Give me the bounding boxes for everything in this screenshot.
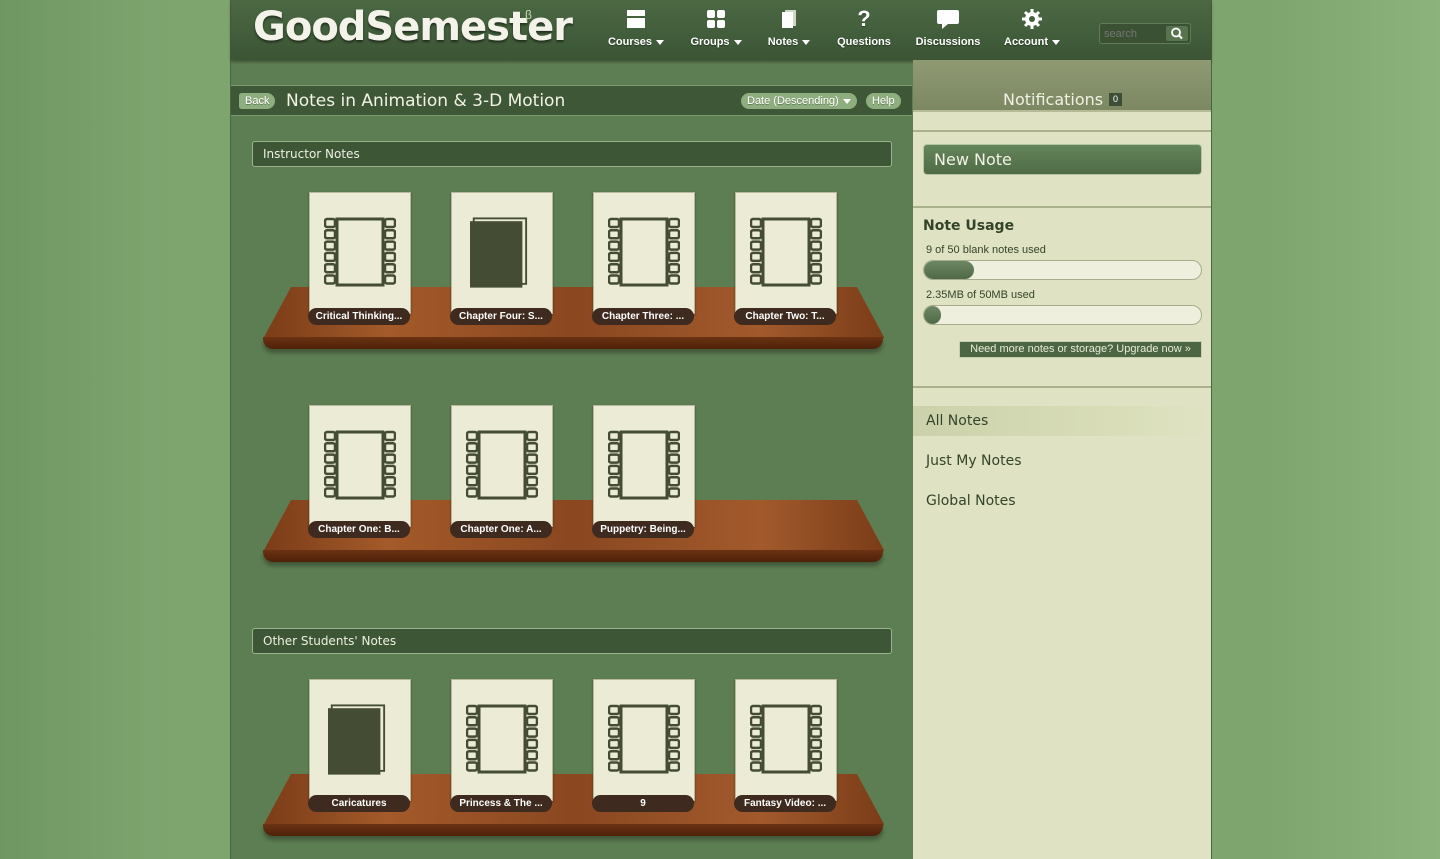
note-title: Chapter Two: T... — [734, 308, 836, 325]
sort-label: Date (Descending) — [747, 95, 839, 107]
sidebar: Notifications 0 New Note Note Usage 9 of… — [913, 60, 1211, 859]
notes-title-bar: Back Notes in Animation & 3-D Motion Dat… — [231, 85, 912, 116]
nav-label: Groups — [690, 36, 730, 48]
nav-label: Notes — [767, 36, 799, 48]
film-icon — [750, 217, 822, 287]
note-title: Princess & The ... — [450, 795, 552, 812]
search-icon — [1171, 27, 1183, 40]
beta-mark: β — [525, 8, 532, 22]
document-icon — [470, 217, 528, 288]
note-title: Puppetry: Being... — [592, 521, 694, 538]
note-card[interactable]: Chapter Four: S... — [450, 192, 553, 325]
film-icon — [608, 217, 680, 287]
student-notes-header: Other Students' Notes — [252, 628, 892, 654]
chevron-down-icon — [802, 39, 811, 45]
notifications-count-badge: 0 — [1109, 93, 1122, 106]
film-icon — [466, 430, 538, 500]
storage-progress-bar — [923, 305, 1202, 325]
note-card[interactable]: Chapter Two: T... — [734, 192, 837, 325]
top-navigation-bar: GoodSemester β Courses Groups Notes ? Qu… — [231, 0, 1211, 60]
nav-label: Courses — [607, 36, 653, 48]
nav-questions[interactable]: ? Questions — [831, 6, 897, 49]
filter-all-notes[interactable]: All Notes — [913, 406, 1211, 436]
nav-groups[interactable]: Groups — [683, 8, 749, 48]
question-icon: ? — [857, 6, 871, 31]
chevron-down-icon — [1052, 39, 1060, 45]
filter-just-my-notes[interactable]: Just My Notes — [913, 446, 1211, 476]
search-box — [1099, 23, 1191, 44]
search-input[interactable] — [1104, 26, 1166, 42]
nav-label: Questions — [837, 36, 891, 48]
film-icon — [608, 704, 680, 774]
note-title: Chapter One: A... — [450, 521, 552, 538]
instructor-notes-header: Instructor Notes — [252, 141, 892, 167]
note-title: 9 — [592, 795, 694, 812]
nav-label: Discussions — [915, 36, 981, 48]
nav-label: Account — [1004, 36, 1048, 48]
search-button[interactable] — [1166, 26, 1188, 41]
app-frame: GoodSemester β Courses Groups Notes ? Qu… — [230, 0, 1212, 859]
note-card[interactable]: Chapter One: A... — [450, 405, 553, 538]
sort-dropdown[interactable]: Date (Descending) — [741, 93, 857, 109]
progress-fill — [924, 306, 941, 324]
blank-notes-progress-bar — [923, 260, 1202, 280]
notifications-panel[interactable]: Notifications 0 — [913, 60, 1211, 112]
notes-icon — [761, 8, 817, 30]
divider — [913, 386, 1211, 388]
film-icon — [324, 430, 396, 500]
gear-icon — [999, 8, 1065, 30]
help-button[interactable]: Help — [866, 93, 901, 109]
page-title: Notes in Animation & 3-D Motion — [286, 91, 566, 111]
note-card[interactable]: Chapter Three: ... — [592, 192, 695, 325]
courses-icon — [601, 8, 671, 30]
notifications-label: Notifications — [1003, 90, 1104, 109]
note-card[interactable]: Fantasy Video: ... — [734, 679, 837, 812]
chevron-down-icon — [733, 39, 742, 45]
new-note-button[interactable]: New Note — [923, 144, 1202, 175]
nav-discussions[interactable]: Discussions — [913, 8, 983, 48]
document-icon — [328, 704, 386, 775]
blank-notes-usage-text: 9 of 50 blank notes used — [926, 244, 1046, 256]
note-title: Chapter Three: ... — [592, 308, 694, 325]
upgrade-link[interactable]: Need more notes or storage? Upgrade now … — [959, 341, 1202, 358]
progress-fill — [924, 261, 974, 279]
note-title: Critical Thinking... — [308, 308, 410, 325]
nav-notes[interactable]: Notes — [761, 8, 817, 48]
note-card[interactable]: Chapter One: B... — [308, 405, 411, 538]
discussions-icon — [913, 8, 983, 30]
note-card[interactable]: Critical Thinking... — [308, 192, 411, 325]
note-card[interactable]: Caricatures — [308, 679, 411, 812]
filter-global-notes[interactable]: Global Notes — [913, 486, 1211, 516]
film-icon — [608, 430, 680, 500]
chevron-down-icon — [842, 99, 851, 104]
film-icon — [324, 217, 396, 287]
note-card[interactable]: 9 — [592, 679, 695, 812]
chevron-down-icon — [656, 39, 665, 45]
note-title: Chapter One: B... — [308, 521, 410, 538]
note-title: Chapter Four: S... — [450, 308, 552, 325]
film-icon — [466, 704, 538, 774]
note-card[interactable]: Puppetry: Being... — [592, 405, 695, 538]
nav-courses[interactable]: Courses — [601, 8, 671, 48]
storage-usage-text: 2.35MB of 50MB used — [926, 289, 1035, 301]
note-card[interactable]: Princess & The ... — [450, 679, 553, 812]
nav-account[interactable]: Account — [999, 8, 1065, 48]
note-usage-title: Note Usage — [923, 218, 1015, 234]
back-button[interactable]: Back — [239, 93, 276, 109]
groups-icon — [683, 8, 749, 30]
film-icon — [750, 704, 822, 774]
note-title: Caricatures — [308, 795, 410, 812]
note-title: Fantasy Video: ... — [734, 795, 836, 812]
